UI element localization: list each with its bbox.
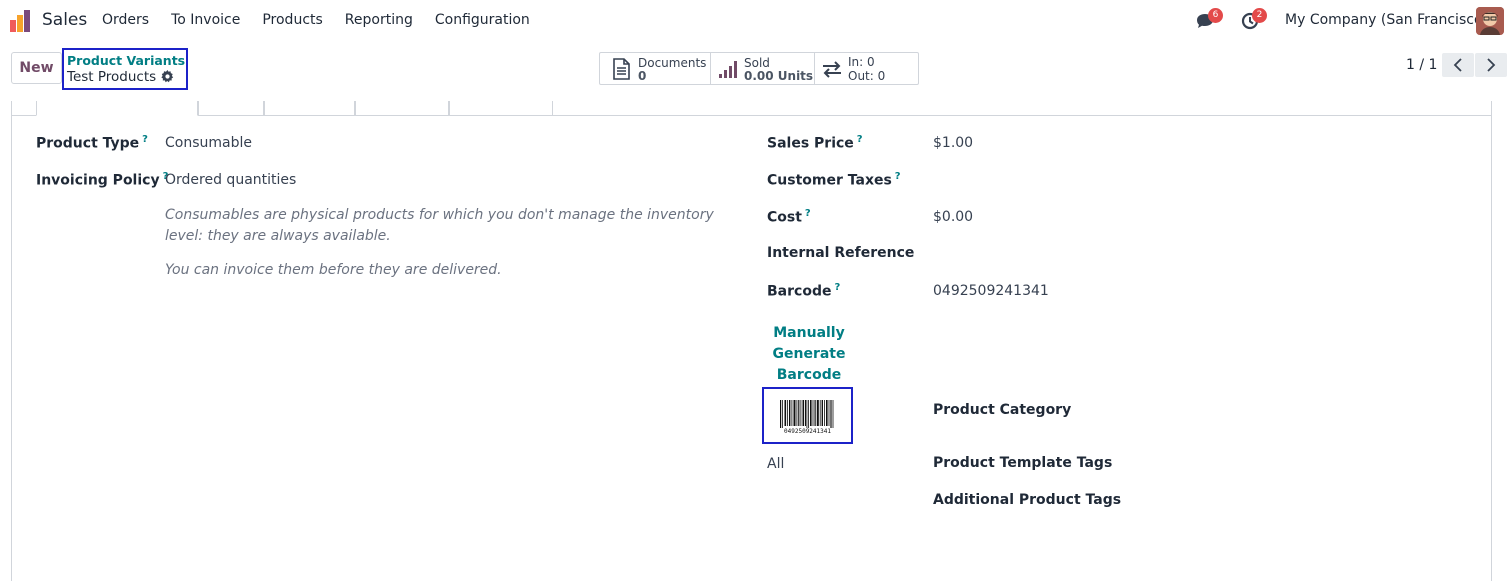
menu-configuration[interactable]: Configuration [435,12,530,28]
chevron-right-icon [1487,58,1496,72]
cost-label: Cost? [767,208,811,226]
main-menu: Orders To Invoice Products Reporting Con… [102,12,552,28]
barcode-image-number: 0492509241341 [784,428,831,435]
menu-products[interactable]: Products [262,12,322,28]
barcode-label: Barcode? [767,282,841,300]
menu-reporting[interactable]: Reporting [345,12,413,28]
invoicing-policy-value[interactable]: Ordered quantities [165,172,296,188]
messages-badge: 6 [1208,8,1223,23]
sold-smart-button[interactable]: Sold 0.00 Units [711,53,815,84]
customer-taxes-label: Customer Taxes? [767,171,901,189]
incoming-count: In: 0 [848,55,875,69]
top-navbar: Sales Orders To Invoice Products Reporti… [0,0,1509,42]
documents-count: 0 [638,69,647,83]
product-category-value[interactable]: All [767,456,784,472]
sold-label: Sold [744,56,770,70]
tab-attributes[interactable] [198,101,264,116]
sales-price-label: Sales Price? [767,134,863,152]
exchange-arrows-icon [823,61,841,78]
barcode-value[interactable]: 0492509241341 [933,283,1049,299]
product-type-label: Product Type? [36,134,148,152]
breadcrumb-parent-link[interactable]: Product Variants [67,53,185,68]
manually-generate-barcode-link[interactable]: Manually Generate Barcode [767,323,851,386]
user-avatar[interactable] [1476,7,1504,35]
documents-smart-button[interactable]: Documents 0 [600,53,711,84]
sold-quantity: 0.00 Units [744,69,814,83]
signal-bars-icon [719,61,737,78]
breadcrumb-current: Test Products [67,69,157,85]
barcode-image: 0492509241341 [762,387,853,444]
gear-icon[interactable] [161,70,174,83]
tab-sales[interactable] [264,101,355,116]
sales-price-value[interactable]: $1.00 [933,135,973,151]
invoicing-policy-label: Invoicing Policy? [36,171,169,189]
app-name[interactable]: Sales [42,10,87,30]
pager-next-button[interactable] [1475,53,1507,77]
documents-label: Documents [638,56,707,70]
help-tooltip-icon[interactable]: ? [895,171,901,182]
additional-product-tags-label: Additional Product Tags [933,492,1122,508]
avatar-image-icon [1476,7,1504,35]
menu-to-invoice[interactable]: To Invoice [171,12,240,28]
notebook-tabs [11,101,1492,116]
consumable-help-text: Consumables are physical products for wh… [165,207,714,244]
pager-value[interactable]: 1 / 1 [1406,57,1437,73]
smart-buttons: Documents 0 Sold 0.00 Units In: 0 Out: 0 [599,52,919,85]
tab-inventory[interactable] [355,101,449,116]
menu-orders[interactable]: Orders [102,12,149,28]
breadcrumb: Product Variants Test Products [62,48,188,90]
company-switcher[interactable]: My Company (San Francisco) [1285,12,1488,28]
outgoing-count: Out: 0 [848,69,886,83]
tab-general-information[interactable] [36,101,198,116]
internal-reference-label: Internal Reference [767,245,915,261]
product-template-tags-label: Product Template Tags [933,455,1113,471]
invoice-help-text: You can invoice them before they are del… [165,262,502,278]
sales-app-icon[interactable] [10,10,32,32]
help-tooltip-icon[interactable]: ? [142,134,148,145]
pager-previous-button[interactable] [1442,53,1474,77]
chevron-left-icon [1453,58,1462,72]
help-tooltip-icon[interactable]: ? [834,282,840,293]
in-out-smart-button[interactable]: In: 0 Out: 0 [815,53,918,84]
activities-badge: 2 [1252,8,1267,23]
product-category-label: Product Category [933,402,1072,418]
new-button[interactable]: New [11,52,62,84]
help-tooltip-icon[interactable]: ? [857,134,863,145]
tab-accounting[interactable] [449,101,553,116]
help-tooltip-icon[interactable]: ? [805,208,811,219]
product-type-value[interactable]: Consumable [165,135,252,151]
cost-value[interactable]: $0.00 [933,209,973,225]
document-icon [613,58,630,80]
